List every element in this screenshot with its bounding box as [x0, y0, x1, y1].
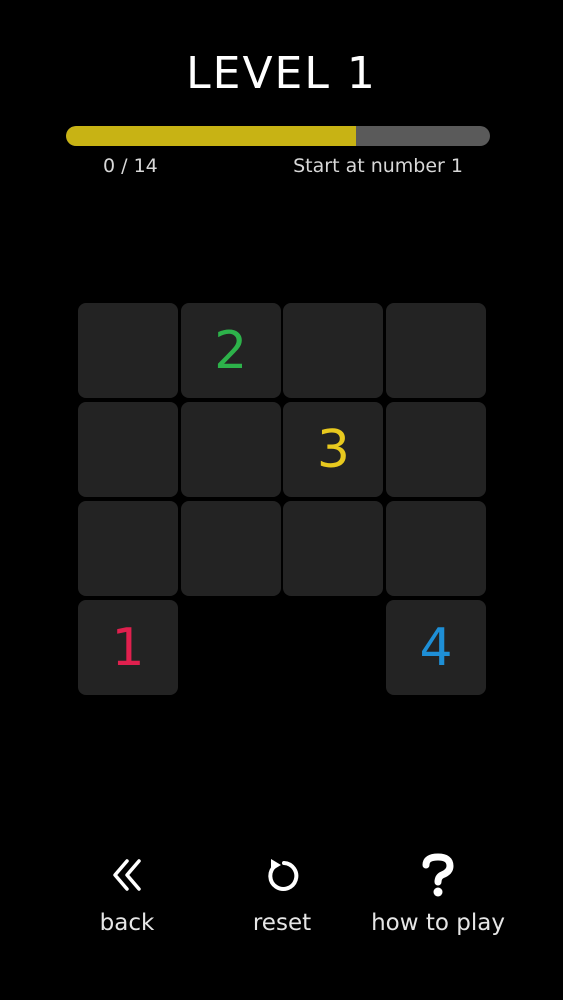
grid-cell[interactable]: [283, 501, 384, 596]
how-to-play-label: how to play: [371, 910, 505, 936]
grid-cell-3[interactable]: 3: [283, 402, 384, 497]
progress-fill: [66, 126, 357, 146]
reset-button[interactable]: reset: [192, 850, 372, 936]
grid-cell-1[interactable]: 1: [78, 600, 178, 695]
grid-cell[interactable]: [386, 501, 487, 596]
cell-number: 4: [419, 617, 453, 678]
grid-cell[interactable]: [78, 402, 178, 497]
question-mark-icon: [416, 850, 460, 900]
hint-text: Start at number 1: [293, 155, 463, 177]
cell-number: 3: [316, 419, 350, 480]
how-to-play-button[interactable]: how to play: [348, 850, 528, 936]
grid-cell-4[interactable]: 4: [386, 600, 487, 695]
bottom-controls: back reset how to play: [0, 850, 563, 960]
grid-cell[interactable]: [78, 303, 178, 398]
grid-cell[interactable]: [386, 402, 487, 497]
grid-cell[interactable]: [180, 501, 281, 596]
grid-cell[interactable]: [386, 303, 487, 398]
back-label: back: [99, 910, 155, 936]
grid-cell[interactable]: [78, 501, 178, 596]
grid-cell[interactable]: [180, 402, 281, 497]
back-button[interactable]: back: [37, 850, 217, 936]
grid-cell[interactable]: [283, 303, 384, 398]
move-counter: 0 / 14: [103, 155, 158, 177]
double-chevron-left-icon: [105, 850, 149, 900]
grid-cell-2[interactable]: 2: [180, 303, 281, 398]
reset-arrow-icon: [260, 850, 304, 900]
cell-number: 1: [111, 617, 145, 678]
reset-label: reset: [252, 910, 312, 936]
level-title: LEVEL 1: [186, 48, 377, 99]
puzzle-grid: 2 3 1 4: [78, 303, 487, 697]
progress-bar: [66, 126, 490, 146]
cell-number: 2: [214, 320, 248, 381]
